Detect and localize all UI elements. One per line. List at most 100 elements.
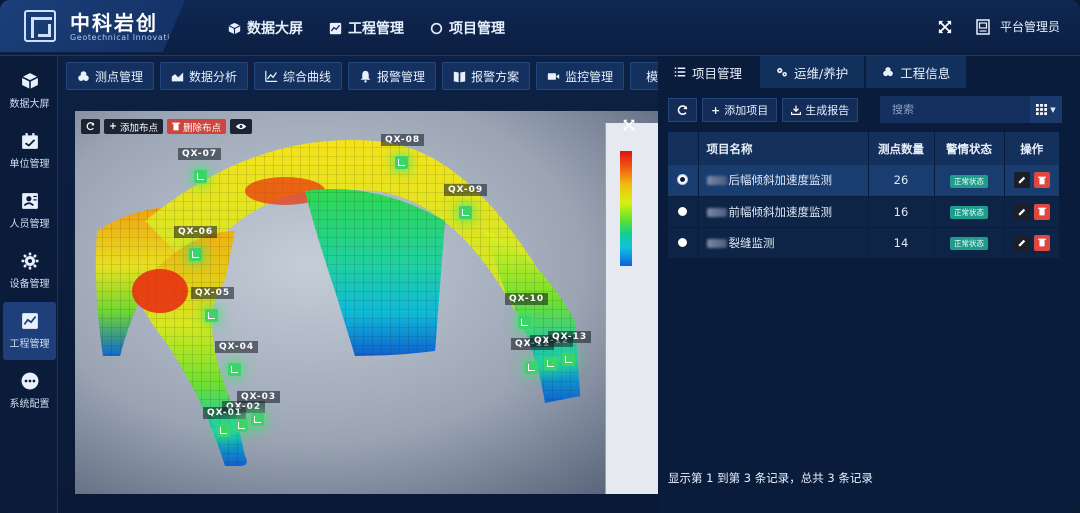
- pagination-info: 显示第 1 到第 3 条记录，总共 3 条记录: [668, 471, 873, 485]
- redacted-text: [706, 207, 727, 217]
- sidebar-item-label: 人员管理: [9, 219, 50, 230]
- delete-button[interactable]: [1033, 234, 1050, 251]
- visibility-toggle[interactable]: [230, 119, 252, 134]
- delete-button[interactable]: [1033, 172, 1050, 189]
- column-toggle-button[interactable]: ▼: [1030, 96, 1062, 123]
- table-header: 项目名称 测点数量 警情状态 操作: [668, 132, 1060, 165]
- tab-monitor-management[interactable]: 监控管理: [536, 62, 625, 90]
- sensor-icon[interactable]: [235, 419, 248, 432]
- toolbar-label: 报警方案: [471, 69, 520, 84]
- model-viewer[interactable]: + 添加布点 删除布点 QX-07 QX-08 QX-09 QX-06 QX-0…: [75, 111, 661, 494]
- radio-button[interactable]: [678, 206, 688, 216]
- grid-icon: [1036, 104, 1048, 115]
- point-count: 26: [868, 165, 935, 197]
- column-header: 操作: [1004, 132, 1060, 165]
- gears-icon: [777, 67, 787, 77]
- add-project-button[interactable]: + 添加项目: [702, 98, 778, 122]
- radio-button[interactable]: [678, 237, 688, 247]
- report-label: 生成报告: [805, 104, 850, 117]
- tab-engineering-info[interactable]: 工程信息: [866, 56, 967, 88]
- tab-alarm-management[interactable]: 报警管理: [348, 62, 437, 90]
- add-point-button[interactable]: + 添加布点: [104, 119, 163, 134]
- trash-icon: [1037, 238, 1046, 247]
- sidebar-item-units[interactable]: 单位管理: [3, 122, 56, 180]
- status-cell: 正常状态: [934, 227, 1005, 259]
- point-label: QX-09: [444, 184, 488, 196]
- chart-icon: [21, 313, 38, 329]
- sensor-icon[interactable]: [189, 248, 202, 261]
- tab-maintenance[interactable]: 运维/养护: [760, 56, 865, 88]
- main-content: 测点管理 数据分析 综合曲线 报警管理 报警方案 监控管理 + 添加布点 删除布…: [58, 56, 691, 513]
- trash-icon: [172, 122, 180, 131]
- refresh-icon: [86, 122, 95, 131]
- sensor-icon[interactable]: [205, 309, 218, 322]
- select-column: [668, 132, 699, 165]
- delete-button[interactable]: [1033, 203, 1050, 220]
- logo-icon: [24, 10, 56, 42]
- chevron-down-icon: ▼: [1050, 105, 1056, 114]
- tab-point-management[interactable]: 测点管理: [66, 62, 155, 90]
- topnav-project[interactable]: 项目管理: [430, 18, 505, 38]
- row-select[interactable]: [668, 227, 699, 259]
- column-header: 警情状态: [934, 132, 1005, 165]
- refresh-button[interactable]: [81, 119, 100, 134]
- sidebar-item-label: 系统配置: [9, 399, 50, 410]
- tab-alarm-scheme[interactable]: 报警方案: [442, 62, 531, 90]
- sensor-icon[interactable]: [251, 413, 264, 426]
- sensor-icon[interactable]: [217, 424, 230, 437]
- edit-button[interactable]: [1013, 203, 1030, 220]
- row-select[interactable]: [668, 165, 699, 197]
- line-chart-icon: [265, 70, 278, 82]
- sidebar-item-devices[interactable]: 设备管理: [3, 242, 56, 300]
- radio-button[interactable]: [678, 175, 688, 185]
- point-label: QX-06: [174, 226, 218, 238]
- sensor-icon[interactable]: [459, 206, 472, 219]
- row-select[interactable]: [668, 196, 699, 228]
- table-row[interactable]: 裂缝监测 14 正常状态: [668, 227, 1060, 259]
- sensor-icon[interactable]: [544, 357, 557, 370]
- status-cell: 正常状态: [934, 196, 1005, 228]
- sidebar-item-engineering[interactable]: 工程管理: [3, 302, 56, 360]
- sensor-icon[interactable]: [194, 170, 207, 183]
- tab-project-management[interactable]: 项目管理: [658, 56, 759, 88]
- refresh-button[interactable]: [668, 98, 697, 122]
- sidebar-item-system[interactable]: 系统配置: [3, 362, 56, 420]
- sensor-icon[interactable]: [562, 353, 575, 366]
- tab-label: 运维/养护: [794, 65, 849, 81]
- bell-icon: [360, 70, 371, 83]
- tab-combined-curve[interactable]: 综合曲线: [254, 62, 343, 90]
- table-row[interactable]: 后幅倾斜加速度监测 26 正常状态: [668, 165, 1060, 197]
- trash-icon: [1037, 207, 1046, 216]
- tab-data-analysis[interactable]: 数据分析: [160, 62, 249, 90]
- sidebar-item-data-screen[interactable]: 数据大屏: [3, 62, 56, 120]
- generate-report-button[interactable]: 生成报告: [782, 98, 859, 122]
- topnav-engineering[interactable]: 工程管理: [329, 18, 404, 38]
- table-row[interactable]: 前幅倾斜加速度监测 16 正常状态: [668, 196, 1060, 228]
- user-menu[interactable]: 平台管理员: [976, 18, 1060, 35]
- tab-label: 项目管理: [692, 65, 743, 81]
- sensor-icon[interactable]: [395, 156, 408, 169]
- brand-title: 中科岩创: [70, 11, 158, 35]
- sidebar-item-personnel[interactable]: 人员管理: [3, 182, 56, 240]
- fullscreen-icon[interactable]: [623, 119, 635, 131]
- column-header: 项目名称: [698, 132, 869, 165]
- project-table: 项目名称 测点数量 警情状态 操作 后幅倾斜加速度监测 26 正常状态 前幅倾斜…: [668, 132, 1060, 259]
- cubes-icon: [883, 67, 894, 77]
- module-toolbar: 测点管理 数据分析 综合曲线 报警管理 报警方案 监控管理: [66, 62, 691, 90]
- edit-button[interactable]: [1013, 172, 1030, 189]
- fullscreen-icon[interactable]: [938, 20, 952, 34]
- sensor-icon[interactable]: [525, 361, 538, 374]
- plus-icon: +: [711, 103, 721, 117]
- user-badge-icon: [976, 18, 990, 35]
- status-cell: 正常状态: [934, 165, 1005, 197]
- sensor-icon[interactable]: [518, 316, 531, 329]
- delete-point-button[interactable]: 删除布点: [166, 119, 226, 134]
- topnav-data-screen[interactable]: 数据大屏: [228, 18, 303, 38]
- status-badge: 正常状态: [950, 174, 988, 188]
- chart-icon: [329, 22, 342, 34]
- edit-button[interactable]: [1013, 234, 1030, 251]
- toolbar-label: 监控管理: [565, 69, 614, 84]
- plus-icon: +: [109, 121, 117, 132]
- sensor-icon[interactable]: [228, 363, 241, 376]
- search-input[interactable]: [880, 96, 1030, 123]
